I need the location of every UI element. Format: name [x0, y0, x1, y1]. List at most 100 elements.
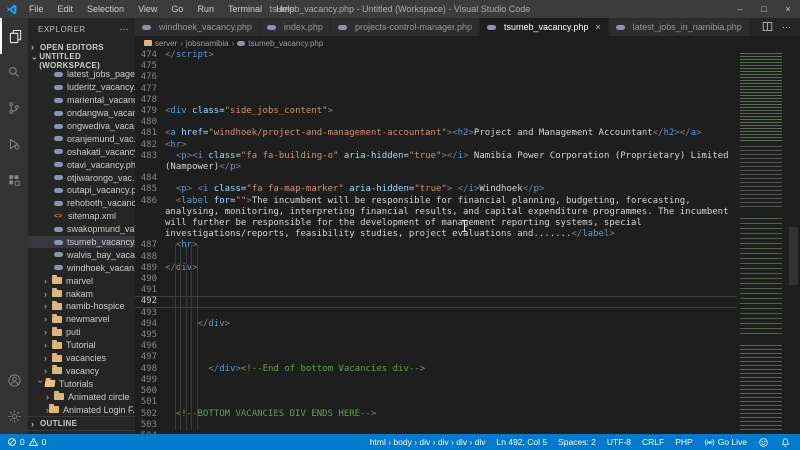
- menu-terminal[interactable]: Terminal: [221, 0, 269, 18]
- tree-item-vacancy[interactable]: ›vacancy: [28, 364, 135, 377]
- tree-item-luderitz-vacancy[interactable]: luderitz_vacancy...: [28, 81, 135, 94]
- tree-item-ongwediva-vaca[interactable]: ongwediva_vaca...: [28, 120, 135, 133]
- code-line[interactable]: 491: [135, 285, 737, 296]
- menu-view[interactable]: View: [131, 0, 164, 18]
- tree-item-marvel[interactable]: ›marvel: [28, 274, 135, 287]
- code-line[interactable]: 482<hr>: [135, 140, 737, 151]
- code-line[interactable]: 504: [135, 431, 737, 434]
- tree-item-oshakati-vacancy[interactable]: oshakati_vacancy...: [28, 145, 135, 158]
- tree-item-tutorial[interactable]: ›Tutorial: [28, 339, 135, 352]
- code-line[interactable]: 502 <!--BOTTOM VACANCIES DIV ENDS HERE--…: [135, 409, 737, 420]
- tree-item-outapi-vacancy-p[interactable]: outapi_vacancy.p...: [28, 184, 135, 197]
- tab-latest-jobs-in-namibia-php[interactable]: latest_jobs_in_namibia.php: [609, 18, 750, 36]
- menu-go[interactable]: Go: [164, 0, 190, 18]
- tree-item-animated-circle[interactable]: ›Animated circle: [28, 390, 135, 403]
- source-control-icon[interactable]: [0, 90, 28, 126]
- tree-item-ondangwa-vacan[interactable]: ondangwa_vacan...: [28, 107, 135, 120]
- warnings-indicator[interactable]: 0: [28, 437, 47, 447]
- code-line[interactable]: 488: [135, 252, 737, 263]
- code-line[interactable]: 483 <p><i class="fa fa-building-o" aria-…: [135, 151, 737, 173]
- code-line[interactable]: 484: [135, 173, 737, 184]
- tab-projects-control-manager-php[interactable]: projects-control-manager.php: [331, 18, 480, 36]
- code-line[interactable]: 493: [135, 308, 737, 319]
- errors-indicator[interactable]: 0: [7, 437, 25, 447]
- tree-item-nakam[interactable]: ›nakam: [28, 287, 135, 300]
- code-line[interactable]: 481<a href="windhoek/project-and-managem…: [135, 128, 737, 139]
- code-line[interactable]: 492: [135, 296, 737, 307]
- status-cursor-position[interactable]: Ln 492, Col 5: [497, 437, 548, 447]
- tree-item-otavi-vacancy-php[interactable]: otavi_vacancy.php: [28, 158, 135, 171]
- minimize-icon[interactable]: –: [728, 0, 752, 18]
- section-workspace[interactable]: › UNTITLED (WORKSPACE): [28, 54, 135, 68]
- code-line[interactable]: 496: [135, 341, 737, 352]
- extensions-icon[interactable]: [0, 162, 28, 198]
- menu-edit[interactable]: Edit: [51, 0, 81, 18]
- notifications-bell-icon[interactable]: [780, 437, 791, 448]
- tree-item-tsumeb-vacancy[interactable]: tsumeb_vacancy...: [28, 236, 135, 249]
- settings-gear-icon[interactable]: [0, 398, 28, 434]
- menu-selection[interactable]: Selection: [80, 0, 131, 18]
- search-icon[interactable]: [0, 54, 28, 90]
- code-line[interactable]: 475: [135, 61, 737, 72]
- code-line[interactable]: 474</script>: [135, 50, 737, 61]
- breadcrumb-item-file[interactable]: tsumeb_vacancy.php: [248, 39, 323, 48]
- code-line[interactable]: 495: [135, 330, 737, 341]
- tree-item-puti[interactable]: ›puti: [28, 326, 135, 339]
- menu-run[interactable]: Run: [190, 0, 221, 18]
- maximize-icon[interactable]: □: [752, 0, 776, 18]
- menu-file[interactable]: File: [22, 0, 51, 18]
- tree-item-namib-hospice[interactable]: ›namib-hospice: [28, 300, 135, 313]
- more-actions-icon[interactable]: ⋯: [120, 24, 130, 35]
- more-actions-icon[interactable]: ⋯: [782, 22, 791, 33]
- tree-item-vacancies[interactable]: ›vacancies: [28, 352, 135, 365]
- tab-tsumeb-vacancy-php[interactable]: tsumeb_vacancy.php×: [480, 18, 609, 36]
- tab-windhoek-vacancy-php[interactable]: windhoek_vacancy.php: [135, 18, 260, 36]
- breadcrumb-item-server[interactable]: server: [155, 39, 177, 48]
- code-line[interactable]: 478: [135, 95, 737, 106]
- status-encoding[interactable]: UTF-8: [607, 437, 631, 447]
- explorer-icon[interactable]: [0, 18, 28, 54]
- account-icon[interactable]: [0, 362, 28, 398]
- scrollbar-thumb[interactable]: [789, 227, 798, 285]
- code-line[interactable]: 499: [135, 375, 737, 386]
- tree-item-animated-login-f[interactable]: ›Animated Login F...: [28, 403, 135, 416]
- code-line[interactable]: 479<div class="side_jobs_content">: [135, 106, 737, 117]
- status-language[interactable]: PHP: [675, 437, 692, 447]
- close-window-icon[interactable]: ×: [776, 0, 800, 18]
- tree-item-tutorials[interactable]: ›Tutorials: [28, 377, 135, 390]
- code-line[interactable]: 490: [135, 274, 737, 285]
- code-line[interactable]: 485 <p> <i class="fa fa-map-marker" aria…: [135, 184, 737, 195]
- problems-indicator[interactable]: 0 0: [0, 437, 46, 447]
- tree-item-sitemap-xml[interactable]: <>sitemap.xml: [28, 210, 135, 223]
- status-indentation[interactable]: Spaces: 2: [558, 437, 596, 447]
- tree-item-oranjemund-vac[interactable]: oranjemund_vac...: [28, 132, 135, 145]
- code-line[interactable]: 487 <hr>: [135, 240, 737, 251]
- code-line[interactable]: 480: [135, 117, 737, 128]
- code-line[interactable]: 501: [135, 397, 737, 408]
- minimap[interactable]: [737, 50, 787, 434]
- code-line[interactable]: 497: [135, 352, 737, 363]
- tree-item-swakopmund-va[interactable]: swakopmund_va...: [28, 223, 135, 236]
- tree-item-walvis-bay-vacan[interactable]: walvis_bay_vacan...: [28, 248, 135, 261]
- split-editor-icon[interactable]: [762, 21, 773, 34]
- tree-item-newmarvel[interactable]: ›newmarvel: [28, 313, 135, 326]
- code-line[interactable]: 503: [135, 420, 737, 431]
- section-outline[interactable]: › OUTLINE: [28, 416, 135, 430]
- code-editor[interactable]: 474</script>475476477478479<div class="s…: [135, 50, 800, 434]
- code-line[interactable]: 477: [135, 84, 737, 95]
- code-line[interactable]: 486 <label for="">The incumbent will be …: [135, 196, 737, 241]
- tree-item-mariental-vacanc[interactable]: mariental_vacanc...: [28, 94, 135, 107]
- tree-item-windhoek-vacan[interactable]: windhoek_vacan...: [28, 261, 135, 274]
- tree-item-latest-jobs-page[interactable]: latest_jobs_page...: [28, 68, 135, 81]
- tree-item-otjiwarongo-vac[interactable]: otjiwarongo_vac...: [28, 171, 135, 184]
- code-line[interactable]: 498 </div><!--End of bottom Vacancies di…: [135, 364, 737, 375]
- code-line[interactable]: 494 </div>: [135, 319, 737, 330]
- go-live-button[interactable]: Go Live: [704, 437, 747, 448]
- code-line[interactable]: 500: [135, 386, 737, 397]
- status-eol[interactable]: CRLF: [642, 437, 664, 447]
- close-tab-icon[interactable]: ×: [595, 22, 600, 32]
- code-line[interactable]: 489</div>: [135, 263, 737, 274]
- editor-scrollbar[interactable]: [787, 50, 800, 434]
- tab-index-php[interactable]: index.php: [260, 18, 331, 36]
- breadcrumb-item-jobsnamibia[interactable]: jobsnamibia: [186, 39, 229, 48]
